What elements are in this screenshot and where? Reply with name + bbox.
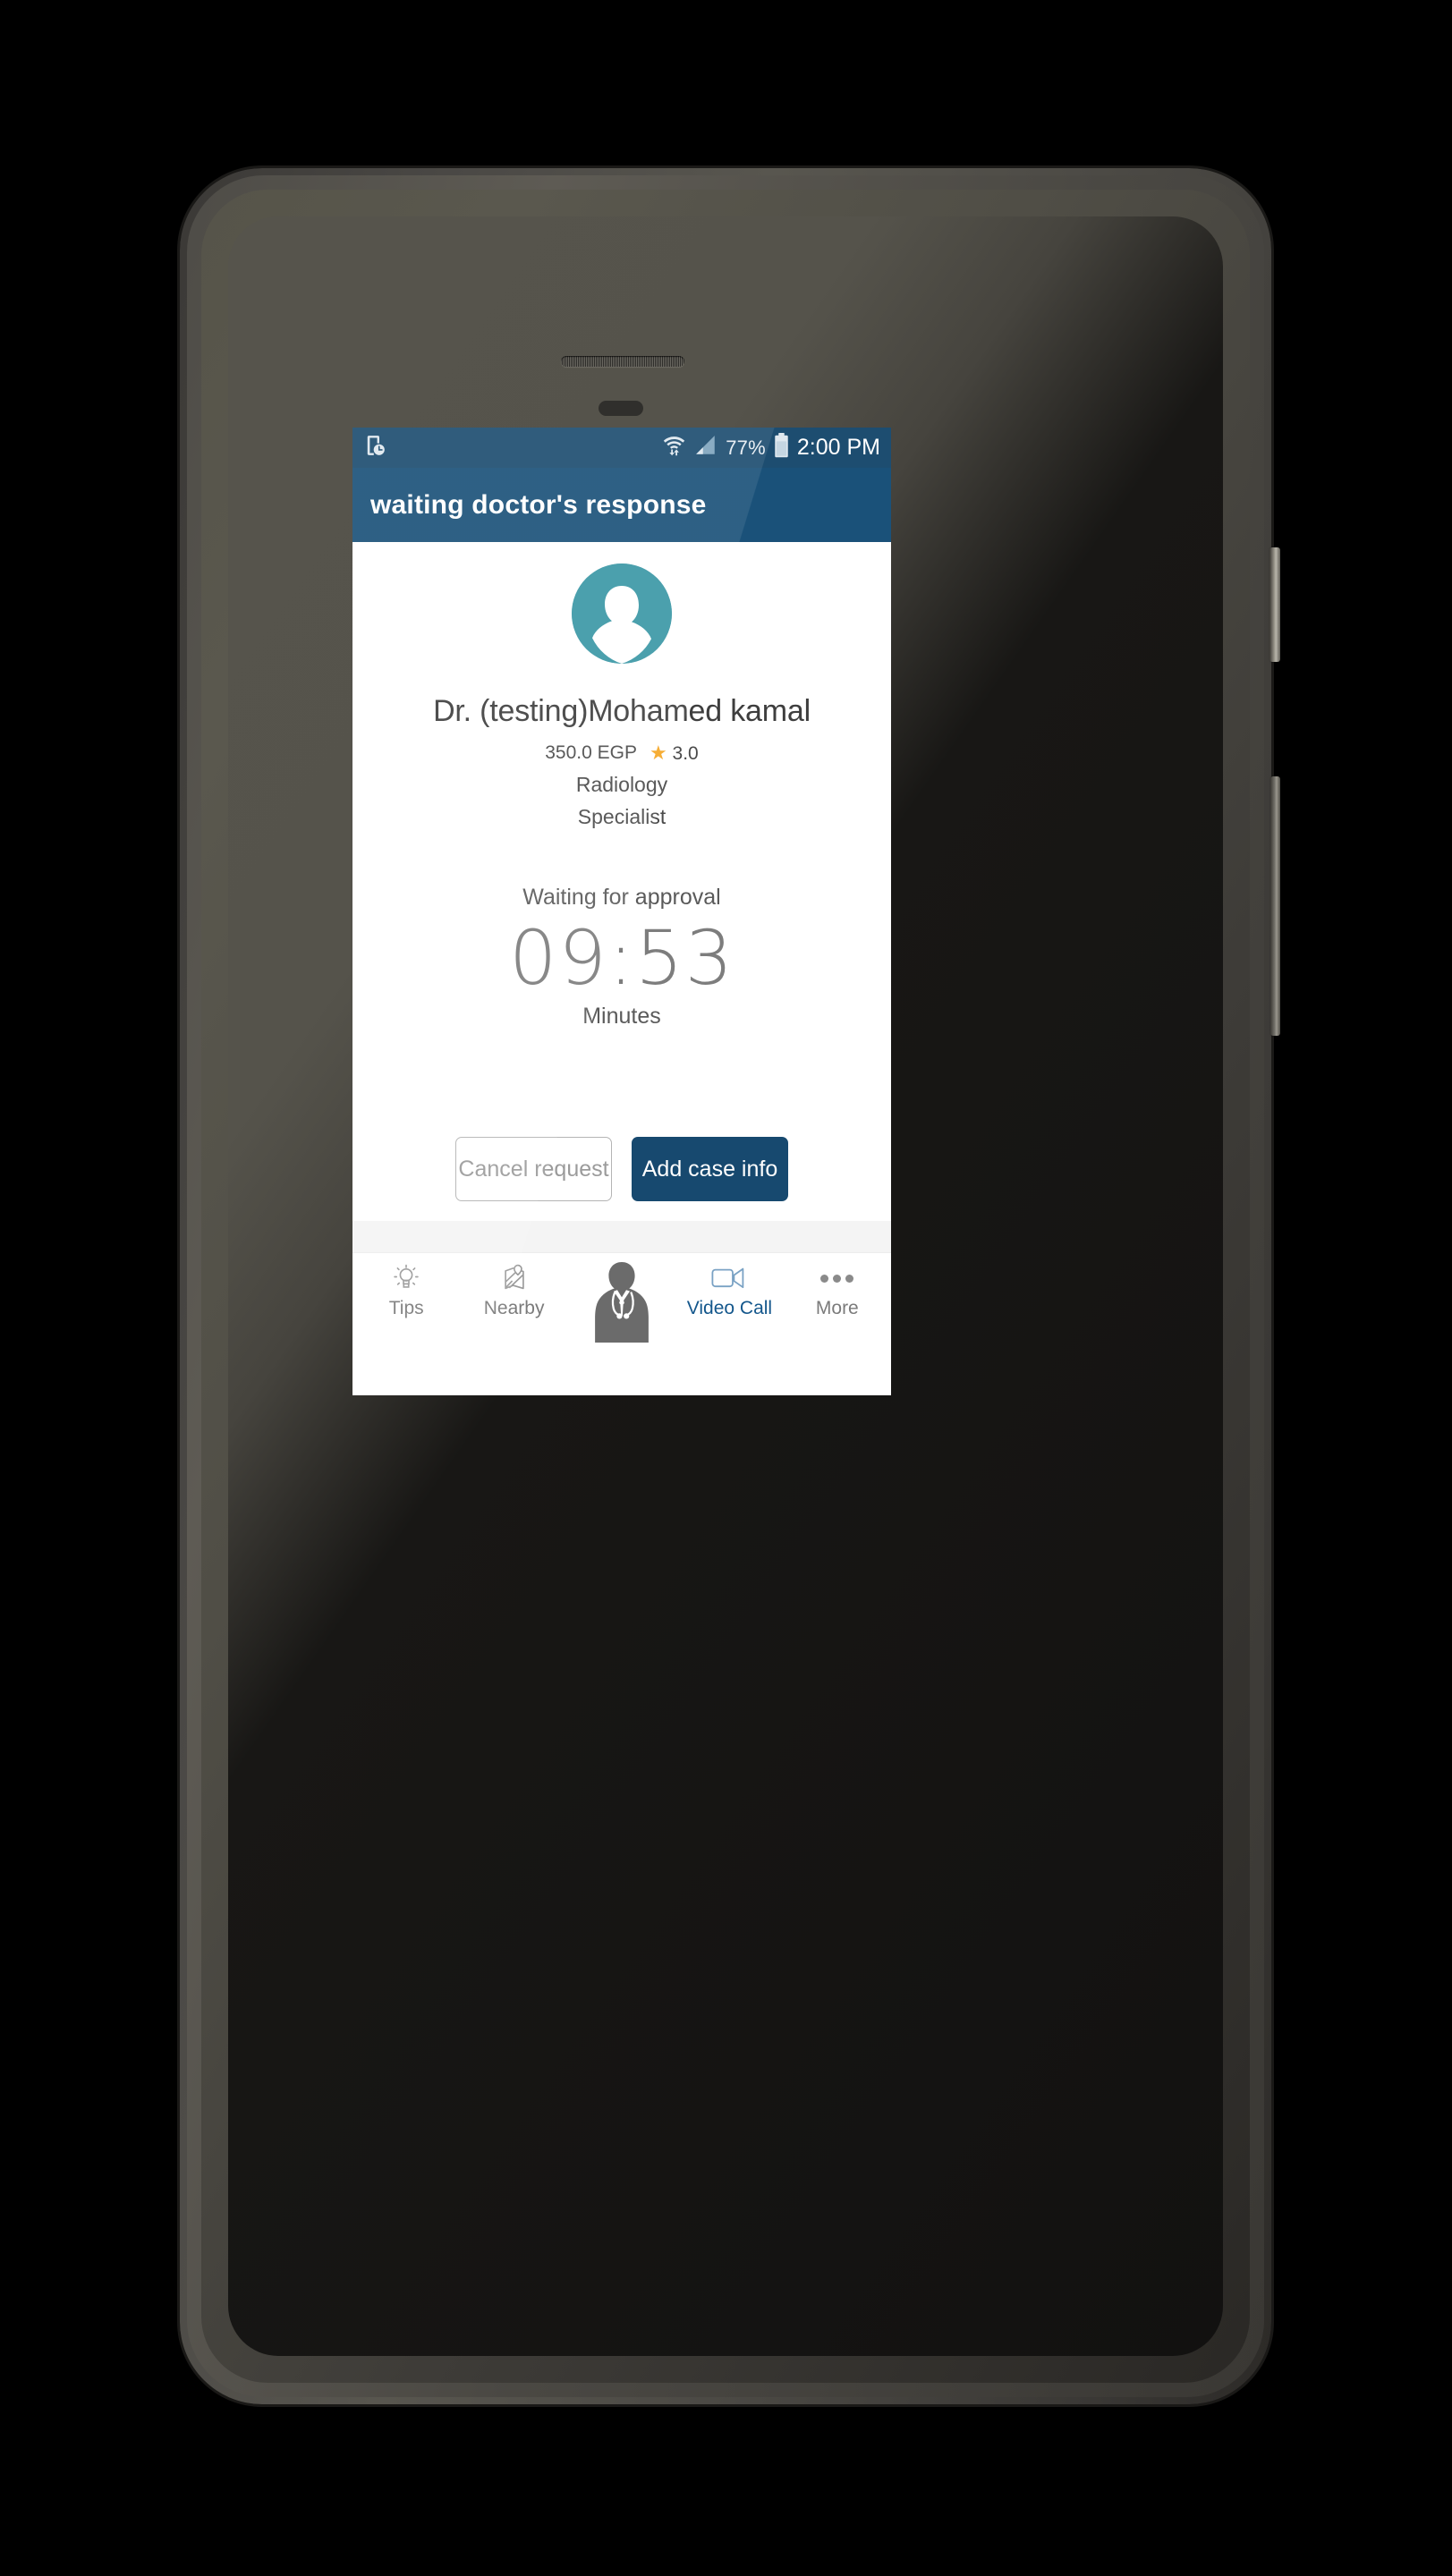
nav-item-doctor[interactable] [568,1253,675,1343]
cellular-signal-icon [694,435,718,462]
countdown-timer: 09:53 [508,914,735,1002]
page-title: waiting doctor's response [370,489,707,520]
proximity-sensor [599,401,643,416]
add-case-info-button[interactable]: Add case info [632,1137,788,1201]
doctor-rating: ★ 3.0 [650,741,699,765]
power-button[interactable] [1269,547,1280,662]
app-bar: waiting doctor's response [352,468,891,542]
earpiece-speaker [561,356,684,367]
phone-screen: 77% 2:00 PM waiting doctor's response Dr… [352,428,891,1395]
video-camera-icon [710,1261,748,1295]
status-bar-clock: 2:00 PM [796,435,880,460]
map-pin-icon [498,1261,531,1295]
bottom-navigation-bar: Tips Nearby Video Call More [352,1252,891,1343]
price-rating-row: 350.0 EGP ★ 3.0 [352,741,891,765]
cancel-request-button[interactable]: Cancel request [455,1137,612,1201]
device-face: 77% 2:00 PM waiting doctor's response Dr… [201,190,1250,2383]
waiting-status-text: Waiting for approval [522,885,721,910]
doctor-name: Dr. (testing)Mohamed kamal [433,694,811,728]
timer-unit-label: Minutes [582,1004,661,1029]
ellipsis-dot [845,1274,854,1283]
consultation-price: 350.0 EGP [545,742,637,763]
lightbulb-icon [390,1261,422,1295]
person-placeholder-avatar [572,564,672,664]
phone-clock-icon [363,434,386,462]
status-bar-left [363,434,386,462]
nav-label-tips: Tips [388,1298,424,1318]
volume-button[interactable] [1270,776,1280,1036]
battery-icon [774,432,789,463]
nav-label-video-call: Video Call [686,1298,773,1318]
device-bezel-inner: 77% 2:00 PM waiting doctor's response Dr… [187,175,1264,2397]
status-bar-right: 77% 2:00 PM [662,432,880,463]
rating-value: 3.0 [672,743,699,764]
content-bottom-spacer [352,1221,891,1252]
wifi-data-icon [662,433,686,462]
nav-item-nearby[interactable]: Nearby [460,1253,567,1319]
nav-item-more[interactable]: More [784,1253,891,1319]
nav-label-more: More [815,1298,859,1318]
phone-device: 77% 2:00 PM waiting doctor's response Dr… [180,168,1280,2404]
nav-item-tips[interactable]: Tips [352,1253,460,1319]
ellipsis-dot [820,1274,829,1283]
main-content: Dr. (testing)Mohamed kamal 350.0 EGP ★ 3… [352,564,891,1221]
action-button-row: Cancel request Add case info [352,1137,891,1201]
battery-percent: 77% [726,436,766,459]
nav-label-nearby: Nearby [483,1298,545,1318]
status-bar: 77% 2:00 PM [352,428,891,468]
ellipsis-dot [833,1274,842,1283]
device-glass-panel: 77% 2:00 PM waiting doctor's response Dr… [228,216,1223,2356]
nav-item-video-call[interactable]: Video Call [675,1253,783,1319]
doctor-specialty: Radiology [575,773,668,796]
star-icon: ★ [649,741,667,764]
ellipsis-icon [820,1261,854,1295]
doctor-degree: Specialist [577,805,667,828]
doctor-icon [590,1257,654,1343]
